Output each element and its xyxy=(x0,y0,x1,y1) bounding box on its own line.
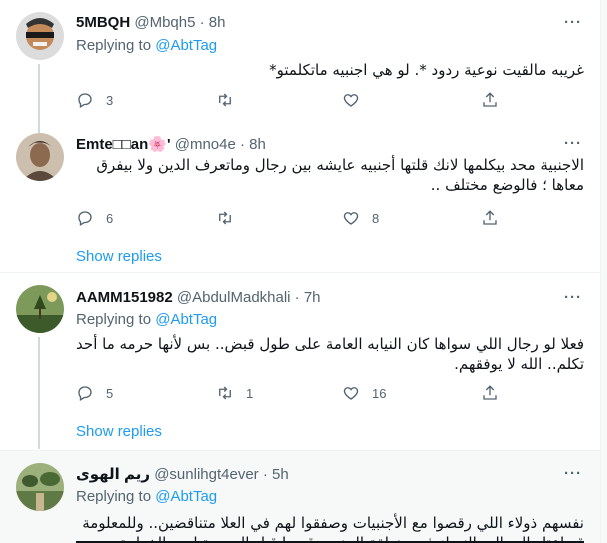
show-replies-link[interactable]: Show replies xyxy=(76,248,162,265)
show-replies-link[interactable]: Show replies xyxy=(76,423,162,440)
tweet-actions: 6 8 xyxy=(76,208,516,228)
tweet-header: AAMM151982 @AbdulMadkhali · 7h xyxy=(76,289,321,306)
tweet-actions: 3 xyxy=(76,90,516,110)
heart-icon xyxy=(343,387,359,400)
heart-icon xyxy=(343,212,359,225)
tweet-header: 5MBQH @Mbqh5 · 8h xyxy=(76,14,225,31)
reply-icon xyxy=(78,93,92,108)
share-icon xyxy=(483,210,497,225)
handle[interactable]: @AbdulMadkhali · 7h xyxy=(177,289,321,306)
display-name[interactable]: AAMM151982 xyxy=(76,289,173,306)
handle[interactable]: @mno4e · 8h xyxy=(175,136,266,153)
tweet-4[interactable]: ريم الهوى @sunlihgt4ever · 5h ··· Replyi… xyxy=(0,451,600,543)
avatar[interactable] xyxy=(16,463,64,511)
replying-to: Replying to @AbtTag xyxy=(76,37,218,54)
tweet-actions: 5 1 16 xyxy=(76,383,516,403)
mention-link[interactable]: @AbtTag xyxy=(155,37,217,54)
replying-to: Replying to @AbtTag xyxy=(76,488,218,505)
tweet-text: فعلا لو رجال اللي سواها كان النيابه العا… xyxy=(76,335,584,373)
more-icon[interactable]: ··· xyxy=(564,465,582,482)
tweet-header: Emte□□an🌸' @mno4e · 8h xyxy=(76,135,266,153)
mention-link[interactable]: @AbtTag xyxy=(155,488,217,505)
display-name[interactable]: Emte□□an🌸' xyxy=(76,136,171,153)
retweet-icon xyxy=(219,211,231,225)
replying-to: Replying to @AbtTag xyxy=(76,311,218,328)
reply-icon xyxy=(78,211,92,226)
thread-line xyxy=(38,64,40,125)
handle[interactable]: @sunlihgt4ever · 5h xyxy=(154,466,288,483)
handle[interactable]: @Mbqh5 · 8h xyxy=(134,14,225,31)
like-button[interactable]: 16 xyxy=(342,383,386,403)
retweet-button[interactable] xyxy=(216,208,246,228)
like-button[interactable] xyxy=(342,90,372,110)
share-icon xyxy=(483,92,497,107)
like-button[interactable]: 8 xyxy=(342,208,379,228)
retweet-button[interactable]: 1 xyxy=(216,383,253,403)
retweet-button[interactable] xyxy=(216,90,246,110)
thread-line xyxy=(38,125,40,133)
share-button[interactable] xyxy=(481,208,499,228)
mention-link[interactable]: @AbtTag xyxy=(155,311,217,328)
more-icon[interactable]: ··· xyxy=(564,14,582,31)
display-name[interactable]: ريم الهوى xyxy=(76,466,150,483)
avatar[interactable] xyxy=(16,285,64,333)
tweet-text: الاجنبية محد بيكلمها لانك قلتها أجنبيه ع… xyxy=(96,156,584,194)
tweet-text: نفسهم ذولاء اللي رقصوا مع الأجنبيات وصفق… xyxy=(82,514,584,543)
reply-icon xyxy=(78,386,92,401)
scroll-edge xyxy=(600,0,607,543)
tweet-2[interactable]: Emte□□an🌸' @mno4e · 8h ··· الاجنبية محد … xyxy=(0,125,600,270)
retweet-icon xyxy=(219,93,231,107)
tweet-1[interactable]: 5MBQH @Mbqh5 · 8h ··· Replying to @AbtTa… xyxy=(0,0,600,125)
share-button[interactable] xyxy=(481,383,499,403)
share-button[interactable] xyxy=(481,90,499,110)
share-icon xyxy=(483,385,497,400)
avatar[interactable] xyxy=(16,12,64,60)
retweet-icon xyxy=(219,386,231,400)
tweet-3[interactable]: AAMM151982 @AbdulMadkhali · 7h ··· Reply… xyxy=(0,273,600,449)
tweet-text: غريبه مالقيت نوعية ردود *. لو هي اجنبيه … xyxy=(269,61,584,79)
avatar[interactable] xyxy=(16,133,64,181)
heart-icon xyxy=(343,94,359,107)
reply-button[interactable]: 3 xyxy=(76,90,113,110)
tweet-header: ريم الهوى @sunlihgt4ever · 5h xyxy=(76,465,289,483)
reply-button[interactable]: 5 xyxy=(76,383,113,403)
thread-line xyxy=(38,337,40,449)
reply-button[interactable]: 6 xyxy=(76,208,113,228)
display-name[interactable]: 5MBQH xyxy=(76,14,130,31)
more-icon[interactable]: ··· xyxy=(564,135,582,152)
more-icon[interactable]: ··· xyxy=(564,289,582,306)
